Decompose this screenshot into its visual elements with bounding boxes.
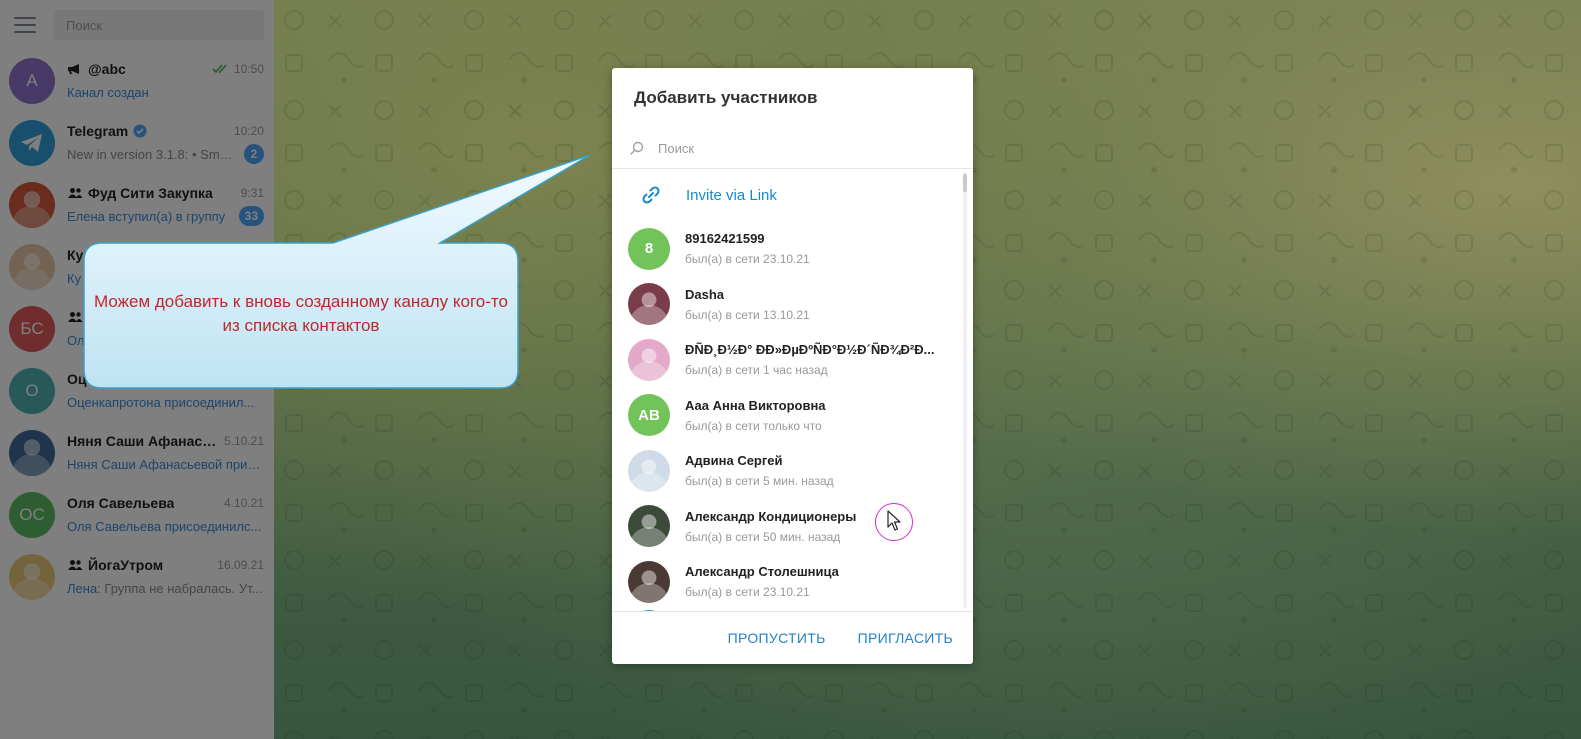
contact-status: был(а) в сети 50 мин. назад: [685, 529, 841, 544]
contact-name: Ааа Анна Викторовна: [685, 397, 826, 413]
invite-via-link-button[interactable]: Invite via Link: [612, 169, 973, 221]
contact-body: Александр Столешница был(а) в сети 23.10…: [685, 564, 955, 599]
skip-button[interactable]: ПРОПУСТИТЬ: [728, 630, 826, 646]
sidebar-overlay[interactable]: [0, 0, 274, 739]
contact-avatar: 8: [628, 227, 670, 270]
invite-via-link-label: Invite via Link: [686, 186, 777, 204]
contact-list-scrollbar-thumb[interactable]: [963, 174, 967, 192]
contact-body: Dasha был(а) в сети 13.10.21: [685, 287, 955, 322]
contact-status: был(а) в сети 13.10.21: [685, 307, 810, 322]
contact-avatar: [628, 283, 670, 326]
avatar-photo-icon: [628, 505, 670, 548]
contact-name: ÐÑÐ¸Ð½Ð° ÐÐ»ÐµÐºÑÐ°Ð½Ð´ÑÐ¾Ð²Ð...: [685, 342, 935, 358]
contact-name: Александр Кондиционеры: [685, 508, 857, 524]
contact-status: был(а) в сети 1 час назад: [685, 363, 828, 378]
avatar-photo-icon: [628, 560, 670, 603]
search-icon: [630, 141, 644, 155]
contact-name: Адвина Сергей: [685, 453, 783, 469]
contact-row[interactable]: Dasha был(а) в сети 13.10.21: [612, 277, 973, 333]
contact-name: 89162421599: [685, 231, 765, 247]
contact-avatar: [628, 338, 670, 381]
contact-body: Адвина Сергей был(а) в сети 5 мин. назад: [685, 453, 955, 488]
contact-body: Ааа Анна Викторовна был(а) в сети только…: [685, 398, 955, 433]
contact-status: был(а) в сети только что: [685, 418, 822, 433]
contact-row[interactable]: 8 89162421599 был(а) в сети 23.10.21: [612, 221, 973, 277]
contact-row[interactable]: Александр Кондиционеры был(а) в сети 50 …: [612, 499, 973, 555]
contact-body: 89162421599 был(а) в сети 23.10.21: [685, 231, 955, 266]
contact-avatar: [628, 505, 670, 548]
callout-text: Можем добавить к вновь созданному каналу…: [94, 292, 508, 335]
dialog-title: Добавить участников: [634, 88, 818, 107]
contact-list: Invite via Link 8 89162421599 был(а) в с…: [612, 169, 973, 611]
dialog-footer: ПРОПУСТИТЬ ПРИГЛАСИТЬ: [612, 611, 973, 664]
avatar-photo-icon: [628, 338, 670, 381]
contact-name: Александр Столешница: [685, 564, 839, 580]
contact-status: был(а) в сети 5 мин. назад: [685, 474, 834, 489]
contact-status: был(а) в сети 23.10.21: [685, 252, 810, 267]
avatar-initials: АВ: [638, 406, 660, 424]
link-icon: [642, 186, 660, 204]
contact-row[interactable]: Александр Столешница был(а) в сети 23.10…: [612, 554, 973, 610]
contact-name: Dasha: [685, 286, 725, 302]
contact-row[interactable]: АВ Ааа Анна Викторовна был(а) в сети тол…: [612, 388, 973, 444]
dialog-search-input[interactable]: [658, 140, 938, 156]
avatar-photo-icon: [628, 283, 670, 326]
contact-avatar: АВ: [628, 394, 670, 437]
dialog-search: [612, 128, 973, 169]
contact-row[interactable]: Адвина Сергей был(а) в сети 5 мин. назад: [612, 443, 973, 499]
contact-row[interactable]: ÐÑÐ¸Ð½Ð° ÐÐ»ÐµÐºÑÐ°Ð½Ð´ÑÐ¾Ð²Ð... был(а) …: [612, 332, 973, 388]
contact-avatar: [628, 449, 670, 492]
contact-avatar: [628, 560, 670, 603]
avatar-initials: 8: [644, 240, 654, 258]
add-members-dialog: Добавить участников Invite via Link 8 89…: [612, 68, 973, 664]
mouse-cursor-icon: [887, 510, 901, 531]
contact-body: Александр Кондиционеры был(а) в сети 50 …: [685, 509, 955, 544]
contact-list-scrollbar-track[interactable]: [963, 172, 967, 608]
avatar-photo-icon: [628, 449, 670, 492]
invite-button[interactable]: ПРИГЛАСИТЬ: [858, 630, 953, 646]
contact-status: был(а) в сети 23.10.21: [685, 585, 810, 600]
contact-body: ÐÑÐ¸Ð½Ð° ÐÐ»ÐµÐºÑÐ°Ð½Ð´ÑÐ¾Ð²Ð... был(а) …: [685, 342, 955, 377]
